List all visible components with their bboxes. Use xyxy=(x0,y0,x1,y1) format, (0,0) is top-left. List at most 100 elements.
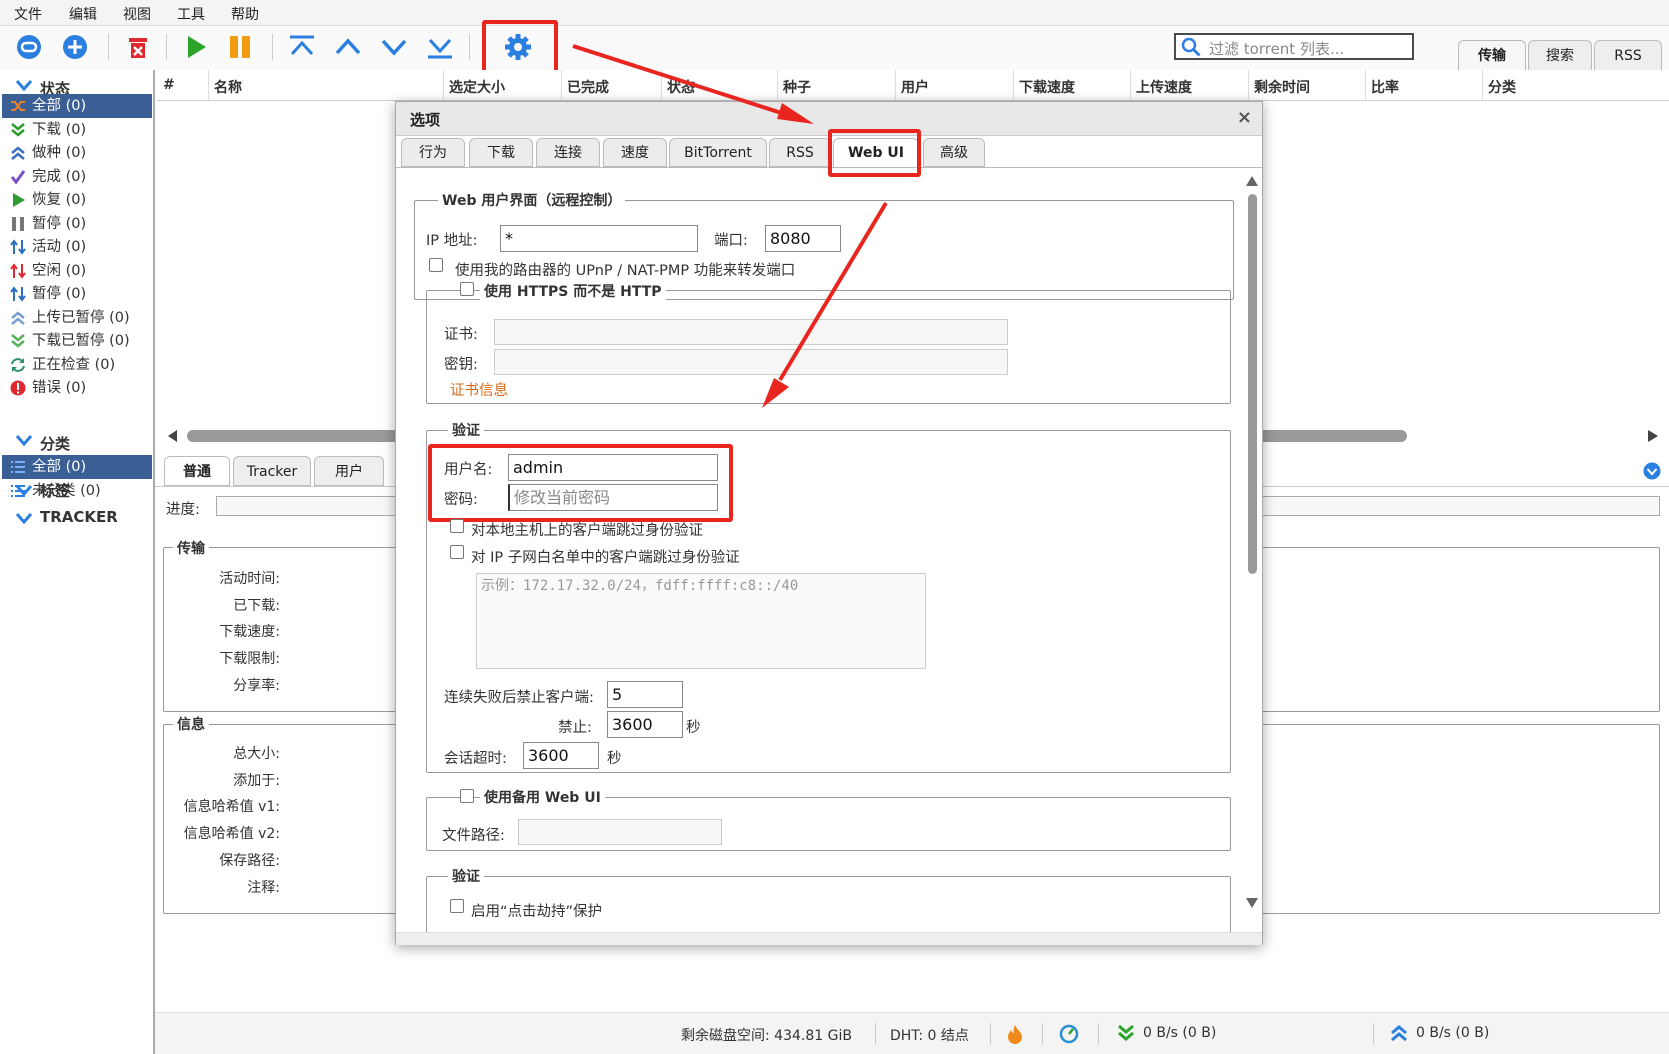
dialog-tab[interactable]: 高级 xyxy=(923,138,985,167)
sidebar-status-item[interactable]: 下载已暂停 (0) xyxy=(2,329,152,353)
sidebar-status-item[interactable]: 恢复 (0) xyxy=(2,188,152,212)
column-header[interactable]: 剩余时间 xyxy=(1254,77,1310,97)
column-header[interactable]: 选定大小 xyxy=(449,77,505,97)
scroll-down-icon[interactable] xyxy=(1246,898,1258,908)
ban-after-field[interactable]: 5 xyxy=(607,681,683,708)
ip-address-field[interactable]: * xyxy=(500,225,698,252)
clickjacking-checkbox[interactable] xyxy=(450,899,464,913)
resume-icon[interactable] xyxy=(181,32,211,62)
key-field[interactable] xyxy=(494,349,1008,375)
alt-webui-checkbox[interactable] xyxy=(460,789,474,803)
collapse-panel-icon[interactable] xyxy=(1643,462,1661,480)
menu-help[interactable]: 帮助 xyxy=(231,4,259,24)
scroll-left-icon[interactable] xyxy=(168,430,178,442)
tab-peers[interactable]: 用户 xyxy=(314,456,384,486)
delete-icon[interactable] xyxy=(123,32,153,62)
search-input[interactable]: 过滤 torrent 列表... xyxy=(1209,38,1344,59)
session-timeout-field[interactable]: 3600 xyxy=(523,742,599,769)
ip-label: IP 地址: xyxy=(426,233,478,249)
tab-search[interactable]: 搜索 xyxy=(1528,40,1592,70)
tracker-header[interactable]: TRACKER xyxy=(40,508,118,526)
dialog-tab[interactable]: 速度 xyxy=(603,138,667,167)
sidebar-status-item[interactable]: 下载 (0) xyxy=(2,118,152,142)
ban-duration-field[interactable]: 3600 xyxy=(607,711,683,738)
sidebar-category-all[interactable]: 全部 (0) xyxy=(2,455,152,479)
tab-tracker[interactable]: Tracker xyxy=(233,456,311,486)
tab-transfers[interactable]: 传输 xyxy=(1458,40,1526,70)
sidebar-status-item[interactable]: 上传已暂停 (0) xyxy=(2,306,152,330)
sidebar-status-item[interactable]: 全部 (0) xyxy=(2,94,152,118)
sidebar-status-item[interactable]: 活动 (0) xyxy=(2,235,152,259)
port-field[interactable]: 8080 xyxy=(765,225,841,252)
scroll-up-icon[interactable] xyxy=(1246,176,1258,186)
scroll-right-icon[interactable] xyxy=(1648,430,1658,442)
speed-limit-icon[interactable] xyxy=(1059,1024,1079,1044)
file-path-field[interactable] xyxy=(518,819,722,845)
close-icon[interactable]: × xyxy=(1237,107,1252,128)
info-field-label: 信息哈希值 v2: xyxy=(183,826,280,843)
move-bottom-icon[interactable] xyxy=(425,32,455,62)
tab-rss[interactable]: RSS xyxy=(1594,40,1662,70)
upnp-checkbox[interactable] xyxy=(429,258,443,272)
progress-label: 进度: xyxy=(166,502,200,518)
sidebar-item-label: 恢复 (0) xyxy=(32,192,87,208)
info-field-label: 注释: xyxy=(247,879,280,896)
dialog-tab[interactable]: RSS xyxy=(769,138,831,167)
move-top-icon[interactable] xyxy=(287,32,317,62)
sidebar-status-item[interactable]: 错误 (0) xyxy=(2,376,152,400)
column-header[interactable]: 下载速度 xyxy=(1019,77,1075,97)
move-up-icon[interactable] xyxy=(333,32,363,62)
localhost-bypass-checkbox[interactable] xyxy=(450,519,464,533)
add-link-icon[interactable] xyxy=(14,32,44,62)
menu-view[interactable]: 视图 xyxy=(123,4,151,24)
list-icon xyxy=(11,461,25,473)
dialog-tab[interactable]: BitTorrent xyxy=(669,138,767,167)
subnet-whitelist-field[interactable]: 示例：172.17.32.0/24，fdff:ffff:c8::/40 xyxy=(476,573,926,669)
subnet-bypass-checkbox[interactable] xyxy=(450,545,464,559)
chevron-down-icon[interactable] xyxy=(16,512,32,524)
alt-webui-legend: 使用备用 Web UI xyxy=(480,787,605,807)
dialog-scrollbar[interactable] xyxy=(1248,194,1257,574)
sidebar-status-item[interactable]: 完成 (0) xyxy=(2,165,152,189)
port-label: 端口: xyxy=(714,233,748,249)
https-checkbox[interactable] xyxy=(460,282,474,296)
category-header[interactable]: 分类 xyxy=(40,433,70,454)
add-torrent-icon[interactable] xyxy=(60,32,90,62)
move-down-icon[interactable] xyxy=(379,32,409,62)
session-timeout-label: 会话超时: xyxy=(444,751,507,767)
search-icon xyxy=(1181,37,1201,57)
column-header[interactable]: 种子 xyxy=(783,77,811,97)
menu-edit[interactable]: 编辑 xyxy=(69,4,97,24)
column-header[interactable]: 已完成 xyxy=(567,77,609,97)
dialog-tab[interactable]: 下载 xyxy=(469,138,533,167)
sidebar-status-item[interactable]: 做种 (0) xyxy=(2,141,152,165)
sidebar-status-item[interactable]: 正在检查 (0) xyxy=(2,353,152,377)
search-box[interactable]: 过滤 torrent 列表... xyxy=(1174,33,1414,60)
column-header[interactable]: 用户 xyxy=(901,77,929,97)
cert-info-link[interactable]: 证书信息 xyxy=(450,379,508,400)
dialog-tab[interactable]: 行为 xyxy=(401,138,465,167)
stalled-icon xyxy=(10,286,26,302)
tags-header[interactable]: 标签 xyxy=(40,480,70,501)
column-header[interactable]: 上传速度 xyxy=(1136,77,1192,97)
column-header[interactable]: 比率 xyxy=(1371,77,1399,97)
column-header[interactable]: 名称 xyxy=(214,77,242,97)
menu-tools[interactable]: 工具 xyxy=(177,4,205,24)
sidebar-status-item[interactable]: 暂停 (0) xyxy=(2,282,152,306)
column-header[interactable]: 状态 xyxy=(667,77,695,97)
transfer-field-label: 下载速度: xyxy=(219,624,280,641)
chevron-down-icon[interactable] xyxy=(16,79,32,91)
tab-general[interactable]: 普通 xyxy=(164,456,230,486)
sidebar-status-item[interactable]: 空闲 (0) xyxy=(2,259,152,283)
dialog-tab[interactable]: 连接 xyxy=(536,138,600,167)
menu-file[interactable]: 文件 xyxy=(14,4,42,24)
sidebar-status-item[interactable]: 暂停 (0) xyxy=(2,212,152,236)
pause-icon[interactable] xyxy=(225,32,255,62)
column-header[interactable]: # xyxy=(163,77,175,93)
chevron-down-icon[interactable] xyxy=(16,434,32,446)
download-paused-icon xyxy=(11,334,25,348)
menu-bar: 文件 编辑 视图 工具 帮助 xyxy=(0,0,1669,26)
chevron-down-icon[interactable] xyxy=(16,484,32,496)
column-header[interactable]: 分类 xyxy=(1488,77,1516,97)
cert-field[interactable] xyxy=(494,319,1008,345)
